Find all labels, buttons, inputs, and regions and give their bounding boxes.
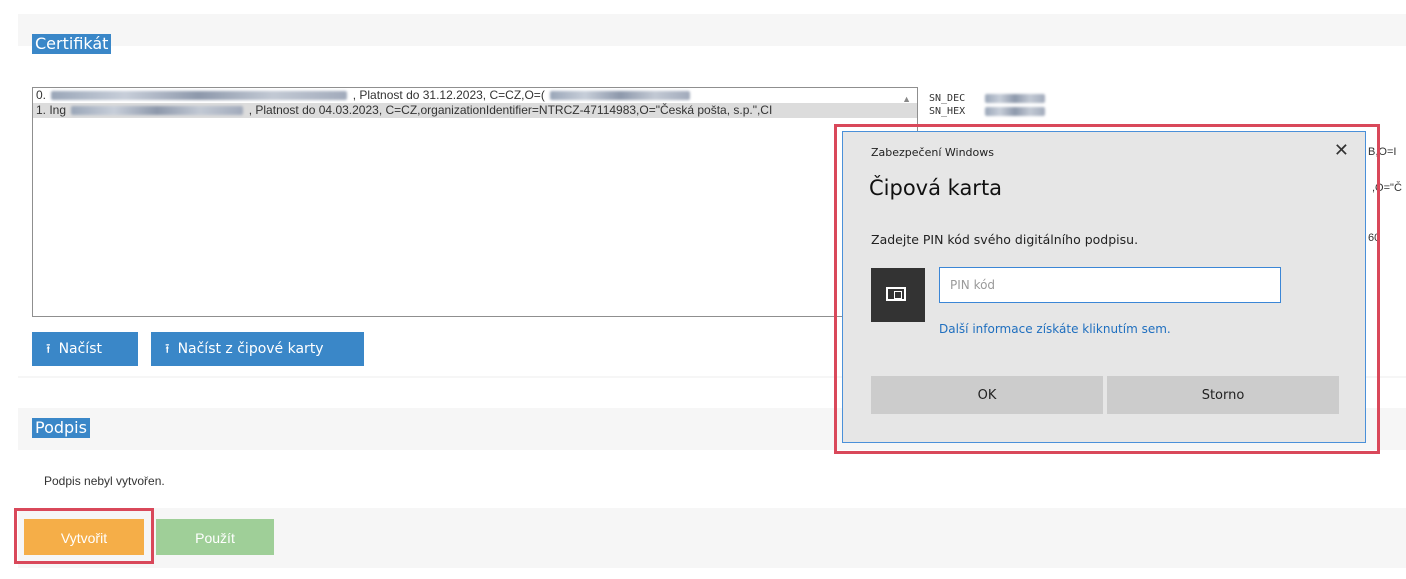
signature-status-area	[18, 450, 1406, 508]
serial-number-info: SN_DEC SN_HEX	[929, 92, 1047, 118]
certificate-list[interactable]: 0. , Platnost do 31.12.2023, C=CZ,O=( 1.…	[32, 87, 918, 317]
certificate-section-label: Certifikát	[32, 34, 112, 54]
upload-icon: ⭱	[46, 342, 51, 357]
redacted-text	[71, 106, 244, 116]
certificate-row[interactable]: 0. , Platnost do 31.12.2023, C=CZ,O=(	[33, 88, 917, 103]
load-from-card-button[interactable]: ⭱ Načíst z čipové karty	[151, 332, 364, 366]
upload-icon: ⭱	[165, 342, 170, 357]
scroll-up-icon[interactable]: ▲	[902, 94, 911, 104]
redacted-text	[51, 91, 348, 101]
signature-section-label: Podpis	[32, 418, 90, 438]
use-button[interactable]: Použít	[156, 519, 274, 555]
create-button-highlight	[14, 508, 154, 564]
redacted-text	[550, 91, 691, 101]
signature-status: Podpis nebyl vytvořen.	[44, 474, 165, 488]
certificate-row-selected[interactable]: 1. Ing , Platnost do 04.03.2023, C=CZ,or…	[33, 103, 917, 118]
load-button[interactable]: ⭱ Načíst	[32, 332, 138, 366]
dialog-highlight	[834, 124, 1380, 454]
